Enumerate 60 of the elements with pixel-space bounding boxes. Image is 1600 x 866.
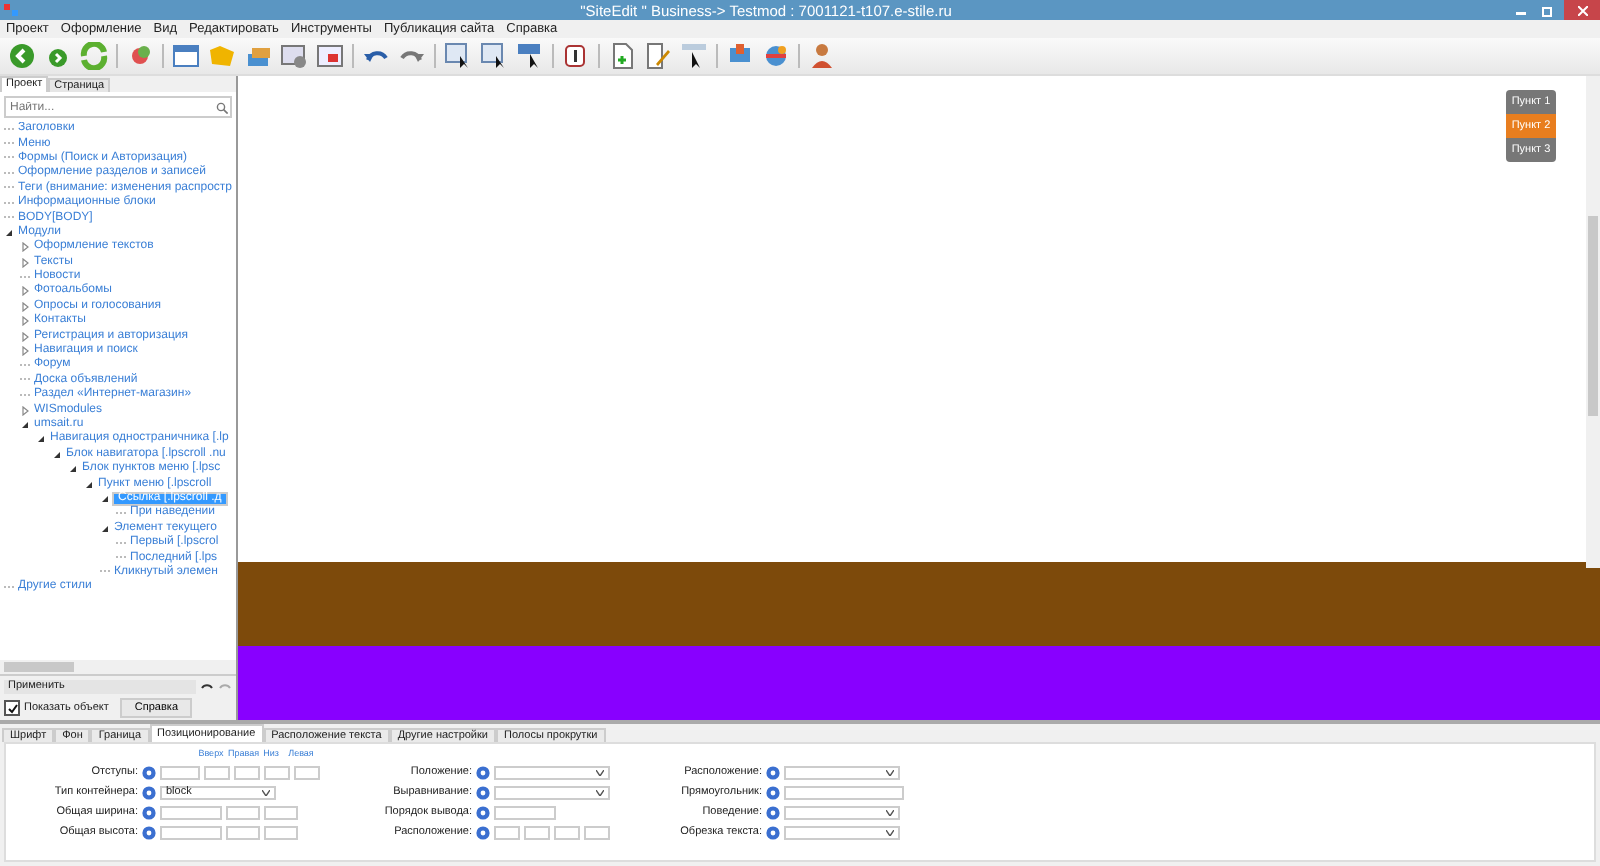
collapsed-triangle-icon[interactable] [20, 242, 30, 253]
input-field[interactable] [494, 825, 520, 839]
expanded-triangle-icon[interactable] [84, 479, 94, 490]
close-icon [1577, 5, 1587, 15]
css-cursor-icon[interactable] [516, 42, 544, 70]
input-field[interactable] [264, 825, 298, 839]
input-field[interactable] [784, 785, 904, 799]
expanded-triangle-icon[interactable] [4, 227, 14, 238]
page-icon[interactable] [316, 42, 344, 70]
new-page-icon[interactable] [608, 42, 636, 70]
checkbox[interactable] [4, 700, 20, 716]
collapsed-triangle-icon[interactable] [20, 316, 30, 327]
expanded-triangle-icon[interactable] [20, 420, 30, 430]
input-field[interactable] [160, 765, 200, 779]
input-field[interactable] [234, 765, 260, 779]
layers-icon[interactable] [244, 42, 272, 70]
expanded-triangle-icon[interactable] [52, 449, 62, 460]
dropdown-caret-icon [596, 769, 604, 775]
expanded-triangle-icon[interactable] [68, 464, 78, 475]
restore-icon[interactable] [1538, 3, 1556, 17]
collapsed-triangle-icon[interactable] [20, 346, 30, 357]
dropdown-caret-icon [886, 809, 894, 815]
cursor-select-icon[interactable] [480, 42, 508, 70]
text-icon[interactable] [562, 42, 590, 70]
expanded-triangle-icon[interactable] [36, 434, 46, 445]
input-field[interactable] [264, 765, 290, 779]
input-field[interactable] [294, 765, 320, 779]
collapsed-triangle-icon[interactable] [20, 286, 30, 297]
refresh-icon[interactable] [80, 42, 108, 70]
close-button[interactable] [1564, 0, 1600, 20]
input-field[interactable] [160, 825, 222, 839]
dropdown-caret-icon [262, 789, 270, 795]
input-field[interactable] [494, 805, 556, 819]
collapsed-triangle-icon[interactable] [20, 405, 30, 416]
web-icon[interactable] [762, 42, 790, 70]
edit-icon[interactable] [644, 42, 672, 70]
input-field[interactable] [226, 825, 260, 839]
expanded-triangle-icon[interactable] [100, 493, 110, 504]
undo-icon[interactable] [200, 679, 214, 693]
back-icon[interactable] [8, 42, 36, 70]
dropdown-caret-icon [886, 769, 894, 775]
dropdown-caret-icon [886, 829, 894, 835]
window-icon[interactable] [172, 42, 200, 70]
input-field[interactable] [160, 805, 222, 819]
input-field[interactable] [264, 805, 298, 819]
filter-icon[interactable] [680, 42, 708, 70]
app-logo-icon [4, 4, 20, 16]
input-field[interactable] [204, 765, 230, 779]
input-field[interactable] [524, 825, 550, 839]
collapsed-triangle-icon[interactable] [20, 331, 30, 342]
search-icon [216, 101, 228, 113]
input-field[interactable] [226, 805, 260, 819]
input-field[interactable] [554, 825, 580, 839]
user-icon[interactable] [808, 42, 836, 70]
cursor-select-icon[interactable] [444, 42, 472, 70]
input-field[interactable] [584, 825, 610, 839]
expanded-triangle-icon[interactable] [100, 523, 110, 534]
collapsed-triangle-icon[interactable] [20, 257, 30, 268]
collapsed-triangle-icon[interactable] [20, 301, 30, 312]
dropdown-caret-icon [596, 789, 604, 795]
